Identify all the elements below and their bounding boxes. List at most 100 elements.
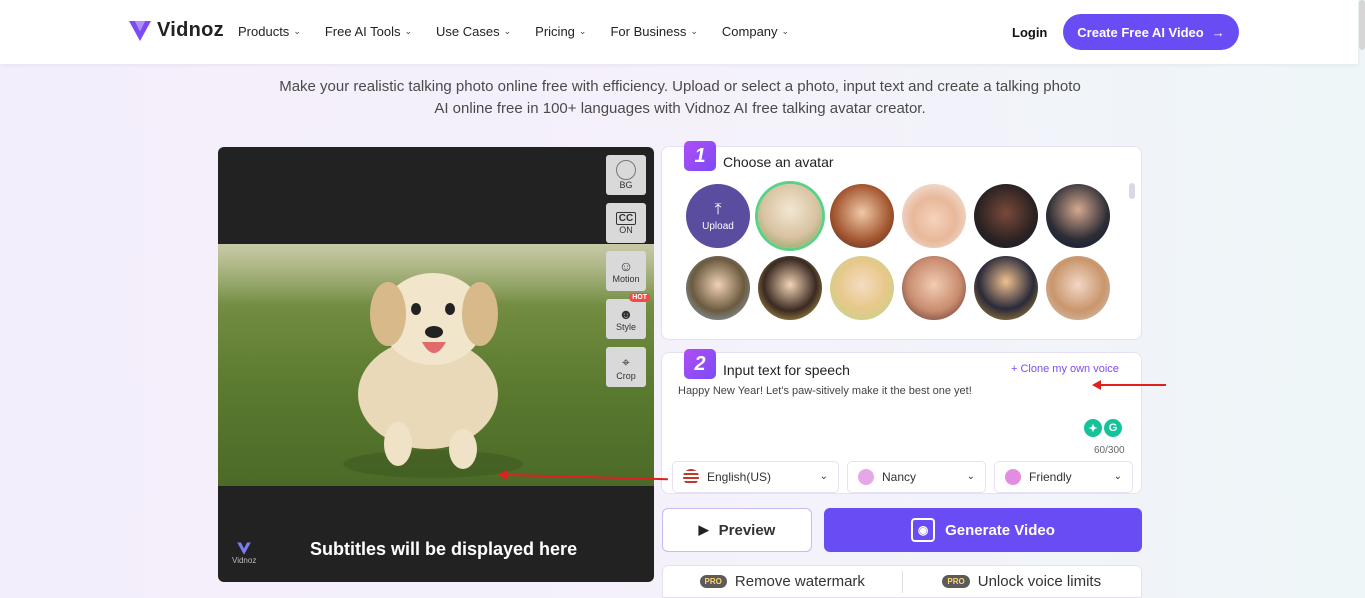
pro-upsell-bar: PRO Remove watermark PRO Unlock voice li… <box>662 565 1142 598</box>
preview-button[interactable]: ▶ Preview <box>662 508 812 552</box>
upload-icon: ⤒ <box>714 200 722 218</box>
annotation-arrow-clone <box>1092 380 1166 390</box>
language-select[interactable]: English(US) ⌄ <box>672 461 839 493</box>
motion-icon: ☺ <box>618 258 634 274</box>
create-free-ai-video-button[interactable]: Create Free AI Video → <box>1063 14 1239 50</box>
hero-subtitle-line2: AI online free in 100+ languages with Vi… <box>434 100 926 117</box>
avatar-scrollbar[interactable] <box>1129 183 1135 199</box>
vidnoz-logo-icon <box>237 542 251 555</box>
step-1-badge: 1 <box>684 141 716 171</box>
nav-pricing-label: Pricing <box>535 24 575 39</box>
unlock-voice-label: Unlock voice limits <box>977 573 1102 590</box>
circle-icon <box>616 160 636 180</box>
nav-company-label: Company <box>721 24 778 39</box>
remove-watermark-label: Remove watermark <box>734 573 865 590</box>
nav-for-business-label: For Business <box>610 24 687 39</box>
voice-value: Nancy <box>882 470 917 484</box>
avatar-woman-3d[interactable] <box>1046 256 1110 320</box>
avatar-girl-sunflower[interactable] <box>758 256 822 320</box>
hot-badge: HOT <box>629 293 650 302</box>
arrow-right-icon: → <box>1211 24 1225 40</box>
nav-use-cases-label: Use Cases <box>436 24 500 39</box>
generate-label: Generate Video <box>945 521 1055 539</box>
chevron-down-icon: ⌄ <box>578 26 587 36</box>
style-button[interactable]: HOT ☻ Style <box>606 293 650 339</box>
avatar-man-news[interactable] <box>1046 184 1110 248</box>
avatar-grid: ⤒ Upload <box>686 184 1110 320</box>
preview-label: Preview <box>718 521 776 539</box>
chevron-down-icon: ⌄ <box>1113 471 1122 482</box>
nav-products[interactable]: Products ⌄ <box>238 24 301 39</box>
speech-text-input[interactable]: Happy New Year! Let's paw-sitively make … <box>678 385 972 397</box>
record-icon: ◉ <box>911 518 936 542</box>
nav-free-ai-tools-label: Free AI Tools <box>324 24 401 39</box>
nav-free-ai-tools[interactable]: Free AI Tools ⌄ <box>325 24 412 39</box>
hero-subtitle-line1: Make your realistic talking photo online… <box>279 78 1081 95</box>
nav-menu: Products ⌄ Free AI Tools ⌄ Use Cases ⌄ Pric… <box>238 24 813 39</box>
choose-avatar-card: 1 Choose an avatar ⤒ Upload <box>661 141 1142 340</box>
grammarly-bulb-icon[interactable]: ✦ <box>1084 419 1102 437</box>
avatar-baby[interactable] <box>902 256 966 320</box>
remove-watermark-option[interactable]: PRO Remove watermark <box>663 573 902 590</box>
voice-select[interactable]: Nancy ⌄ <box>847 461 986 493</box>
video-watermark: Vidnoz <box>232 540 256 565</box>
video-toolbar: BG CC ON ☺ Motion HOT ☻ Style ⌖ Crop <box>606 155 650 387</box>
crop-button[interactable]: ⌖ Crop <box>606 347 646 387</box>
avatar-girl-field[interactable] <box>830 256 894 320</box>
watermark-text: Vidnoz <box>232 556 257 565</box>
nav-products-label: Products <box>238 24 290 39</box>
video-preview-panel: BG CC ON ☺ Motion HOT ☻ Style ⌖ Crop Vid… <box>218 147 654 582</box>
input-text-title: Input text for speech <box>723 362 850 378</box>
crop-label: Crop <box>616 370 636 381</box>
avatar-woman-news[interactable] <box>974 184 1038 248</box>
avatar-man-suit[interactable] <box>974 256 1038 320</box>
nav-pricing[interactable]: Pricing ⌄ <box>535 24 586 39</box>
nav-for-business[interactable]: For Business ⌄ <box>610 24 697 39</box>
avatar-boy-painting[interactable] <box>686 256 750 320</box>
choose-avatar-title: Choose an avatar <box>723 154 834 170</box>
chevron-down-icon: ⌄ <box>781 26 790 36</box>
bg-button[interactable]: BG <box>606 155 646 195</box>
avatar-woman-cartoon[interactable] <box>830 184 894 248</box>
language-value: English(US) <box>707 470 772 484</box>
nav-company[interactable]: Company ⌄ <box>722 24 789 39</box>
emotion-select[interactable]: Friendly ⌄ <box>994 461 1133 493</box>
grammarly-g-icon[interactable]: G <box>1104 419 1122 437</box>
clone-voice-link[interactable]: + Clone my own voice <box>1011 363 1119 375</box>
style-label: Style <box>615 322 636 332</box>
voice-avatar-icon <box>858 469 874 485</box>
friendly-emoji-icon <box>1005 469 1021 485</box>
cc-state-label: ON <box>619 224 633 235</box>
vidnoz-logo[interactable]: Vidnoz <box>127 17 224 43</box>
chevron-down-icon: ⌄ <box>690 26 698 36</box>
upload-avatar-button[interactable]: ⤒ Upload <box>686 184 750 248</box>
chevron-down-icon: ⌄ <box>819 471 828 482</box>
chevron-down-icon: ⌄ <box>503 26 512 36</box>
unlock-voice-option[interactable]: PRO Unlock voice limits <box>903 573 1142 590</box>
hero-subtitle: Make your realistic talking photo online… <box>240 76 1120 120</box>
play-icon: ▶ <box>698 522 709 537</box>
upload-label: Upload <box>702 220 734 232</box>
emotion-value: Friendly <box>1029 470 1072 484</box>
pro-badge: PRO <box>699 575 727 588</box>
generate-video-button[interactable]: ◉ Generate Video <box>824 508 1142 552</box>
style-icon: ☻ <box>618 306 634 322</box>
subtitles-placeholder: Subtitles will be displayed here <box>310 539 578 559</box>
login-link[interactable]: Login <box>1012 25 1047 40</box>
puppy-image <box>218 244 654 486</box>
subtitles-toggle[interactable]: CC ON <box>606 203 646 243</box>
chevron-down-icon: ⌄ <box>293 26 301 36</box>
input-text-card: 2 Input text for speech + Clone my own v… <box>661 349 1142 494</box>
logo-text: Vidnoz <box>157 18 224 41</box>
nav-use-cases[interactable]: Use Cases ⌄ <box>436 24 511 39</box>
chevron-down-icon: ⌄ <box>404 26 413 36</box>
character-counter: 60/300 <box>1094 445 1125 456</box>
motion-button[interactable]: ☺ Motion <box>606 251 646 291</box>
cta-label: Create Free AI Video <box>1077 24 1204 40</box>
top-navbar: Vidnoz Products ⌄ Free AI Tools ⌄ Use Case… <box>0 0 1358 64</box>
pro-badge: PRO <box>942 575 970 588</box>
chevron-down-icon: ⌄ <box>966 471 975 482</box>
page-scrollbar[interactable] <box>1359 0 1365 50</box>
avatar-puppy[interactable] <box>758 184 822 248</box>
avatar-man-cartoon[interactable] <box>902 184 966 248</box>
